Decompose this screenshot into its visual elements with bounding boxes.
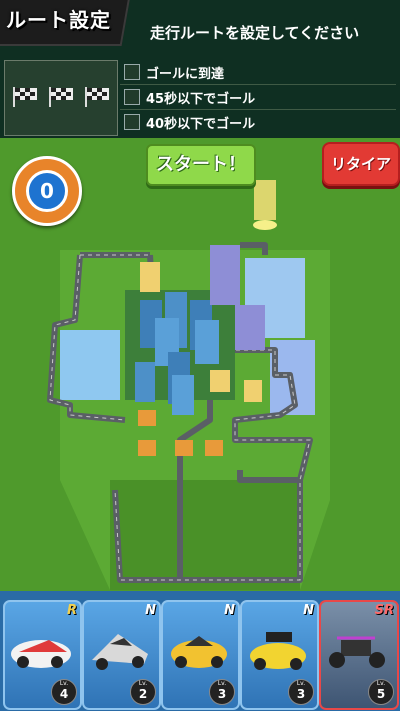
rarity-badge: N [145, 603, 156, 618]
instruction-text: 走行ルートを設定してください [150, 24, 360, 42]
level-value: 3 [296, 687, 306, 701]
level-value: 2 [138, 687, 148, 701]
mission-item: ゴールに到達 [120, 60, 396, 85]
race-car-icon [250, 632, 306, 670]
race-car-icon [92, 634, 148, 670]
buggy-car-icon [329, 636, 385, 668]
car-card[interactable]: R Lv. 4 [3, 600, 82, 710]
goal-marker-icon [253, 180, 277, 230]
retire-button[interactable]: リタイア [322, 142, 400, 186]
mission-label: 45秒以下でゴール [146, 92, 256, 107]
route-counter-value: 0 [26, 170, 68, 212]
level-badge: Lv. 5 [368, 679, 394, 705]
car-card[interactable]: N Lv. 3 [240, 600, 319, 710]
level-badge: Lv. 3 [288, 679, 314, 705]
checkered-flag-icon [85, 87, 109, 107]
mission-checkbox [124, 114, 140, 130]
rarity-badge: N [303, 603, 314, 618]
mission-item: 45秒以下でゴール [120, 85, 396, 110]
page-title: ルート設定 [6, 8, 111, 32]
level-value: 4 [59, 687, 69, 701]
level-value: 3 [217, 687, 227, 701]
mission-checkbox [124, 89, 140, 105]
mission-flags-box [4, 60, 118, 136]
level-badge: Lv. 3 [209, 679, 235, 705]
level-value: 5 [376, 687, 386, 701]
mission-label: 40秒以下でゴール [146, 117, 256, 132]
car-card[interactable]: N Lv. 2 [82, 600, 161, 710]
rarity-badge: N [224, 603, 235, 618]
route-counter: 0 [12, 156, 82, 226]
mission-label: ゴールに到達 [146, 67, 225, 82]
level-badge: Lv. 4 [51, 679, 77, 705]
car-card[interactable]: SR Lv. 5 [319, 600, 399, 710]
mission-checkbox [124, 64, 140, 80]
rarity-badge: SR [374, 603, 394, 618]
car-card[interactable]: N Lv. 3 [161, 600, 240, 710]
race-car-icon [171, 636, 227, 668]
mission-item: 40秒以下でゴール [120, 110, 396, 134]
level-badge: Lv. 2 [130, 679, 156, 705]
race-car-icon [11, 640, 71, 668]
start-button[interactable]: スタート！ [146, 144, 256, 186]
checkered-flag-icon [13, 87, 37, 107]
checkered-flag-icon [49, 87, 73, 107]
water-left [60, 330, 120, 400]
mission-conditions: ゴールに到達 45秒以下でゴール 40秒以下でゴール [120, 60, 396, 134]
rarity-badge: R [66, 603, 77, 618]
